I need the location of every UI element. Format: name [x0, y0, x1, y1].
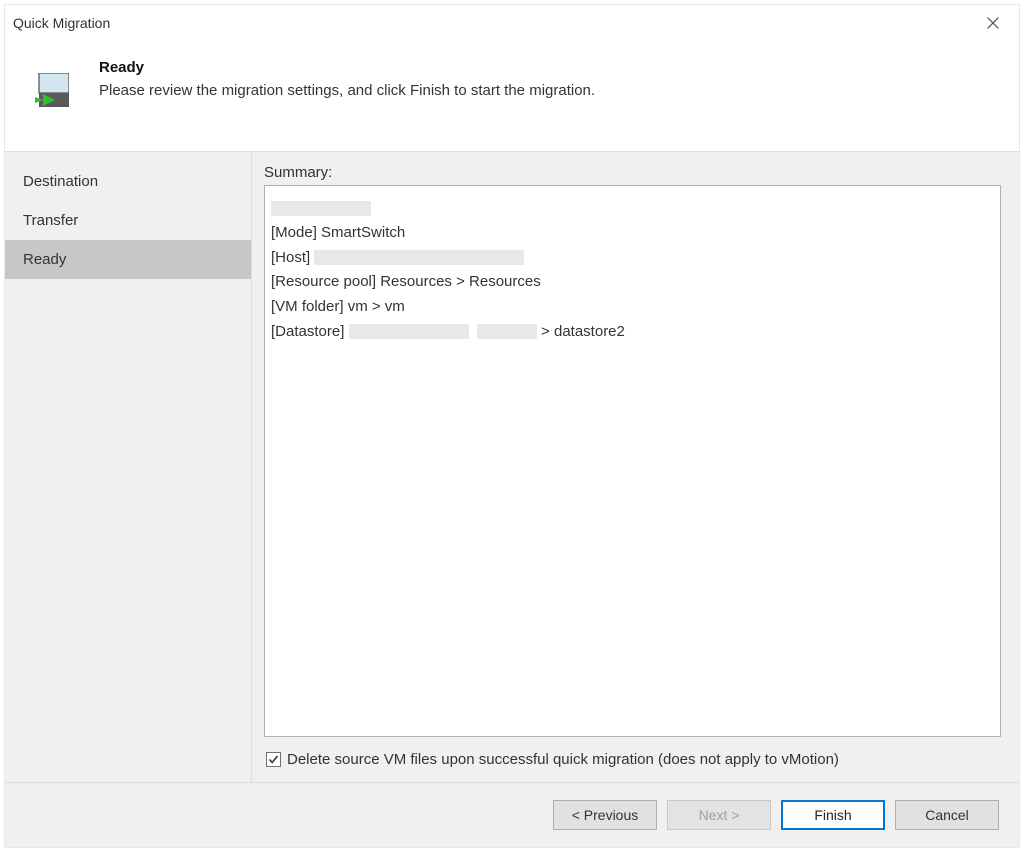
body-section: Destination Transfer Ready Summary: [Mod… [5, 151, 1019, 783]
sidebar-item-label: Transfer [23, 212, 78, 229]
header-section: Ready Please review the migration settin… [5, 41, 1019, 151]
delete-source-checkbox[interactable] [266, 752, 281, 767]
summary-box: [Mode] SmartSwitch [Host] [Resource pool… [264, 185, 1001, 737]
page-title: Ready [99, 59, 999, 76]
main-panel: Summary: [Mode] SmartSwitch [Host] [Reso… [251, 152, 1019, 782]
dialog-footer: < Previous Next > Finish Cancel [5, 783, 1019, 847]
delete-source-row: Delete source VM files upon successful q… [264, 751, 1001, 772]
sidebar-item-label: Ready [23, 251, 66, 268]
sidebar-item-ready[interactable]: Ready [5, 240, 251, 279]
sidebar-item-destination[interactable]: Destination [5, 162, 251, 201]
next-button: Next > [667, 800, 771, 830]
sidebar-item-transfer[interactable]: Transfer [5, 201, 251, 240]
previous-button[interactable]: < Previous [553, 800, 657, 830]
header-text: Ready Please review the migration settin… [99, 59, 999, 99]
summary-line-resource-pool: [Resource pool] Resources > Resources [271, 270, 992, 295]
summary-label: Summary: [264, 164, 1001, 181]
summary-line-vm-folder: [VM folder] vm > vm [271, 295, 992, 320]
summary-line-datastore: [Datastore] > datastore2 [271, 320, 992, 345]
wizard-sidebar: Destination Transfer Ready [5, 152, 251, 782]
finish-button[interactable]: Finish [781, 800, 885, 830]
summary-line-host: [Host] [271, 246, 992, 271]
summary-line-mode: [Mode] SmartSwitch [271, 221, 992, 246]
checkmark-icon [268, 754, 279, 765]
titlebar: Quick Migration [5, 5, 1019, 41]
cancel-button[interactable]: Cancel [895, 800, 999, 830]
window-title: Quick Migration [13, 15, 110, 31]
sidebar-item-label: Destination [23, 173, 98, 190]
page-subtitle: Please review the migration settings, an… [99, 82, 999, 99]
delete-source-label: Delete source VM files upon successful q… [287, 751, 839, 768]
close-icon [987, 17, 999, 29]
close-button[interactable] [975, 9, 1011, 37]
summary-line-name [271, 196, 992, 221]
migration-dialog: Quick Migration Ready Please review the … [4, 4, 1020, 848]
migration-icon [35, 73, 69, 107]
